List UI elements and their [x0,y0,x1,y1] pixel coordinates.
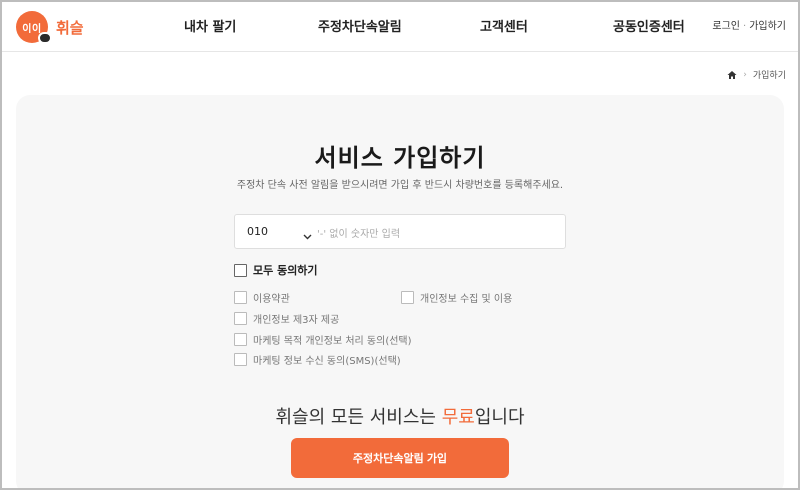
nav-cert-center[interactable]: 공동인증센터 [613,16,685,35]
chevron-right-icon: › [743,69,747,80]
phone-input-group: 010 '-' 없이 숫자만 입력 [234,214,566,249]
separator: · [743,21,747,32]
free-prefix: 휘슬의 모든 서비스는 [275,407,442,428]
chat-bubble-icon [38,32,52,44]
logo-mark: 이이 [16,11,52,44]
logo[interactable]: 이이 휘슬 [16,10,86,44]
user-links: 로그인 · 가입하기 [712,17,786,32]
term-label[interactable]: 이용약관 [253,290,290,305]
logo-mark-text: 이이 [22,23,42,35]
privacy-checkbox[interactable] [401,291,414,304]
term-row-terms[interactable]: 이용약관 [234,290,290,305]
term-label[interactable]: 개인정보 수집 및 이용 [420,290,512,305]
breadcrumb: › 가입하기 [727,68,786,81]
phone-prefix-select[interactable]: 010 [247,225,268,238]
term-label[interactable]: 마케팅 정보 수신 동의(SMS)(선택) [253,352,401,367]
sms-checkbox[interactable] [234,353,247,366]
login-link[interactable]: 로그인 [712,21,740,32]
nav-parking-alert[interactable]: 주정차단속알림 [318,16,402,35]
agree-all-checkbox[interactable] [234,263,247,277]
free-accent: 무료 [441,407,475,428]
signup-link[interactable]: 가입하기 [749,21,786,32]
term-row-privacy[interactable]: 개인정보 수집 및 이용 [401,290,512,305]
term-row-third-party[interactable]: 개인정보 제3자 제공 [234,311,339,326]
term-label[interactable]: 마케팅 목적 개인정보 처리 동의(선택) [253,332,412,347]
chevron-down-icon[interactable] [303,226,312,245]
free-suffix: 입니다 [474,407,525,428]
page-subtitle: 주정차 단속 사전 알림을 받으시려면 가입 후 반드시 차량번호를 등록해주세… [236,180,564,191]
breadcrumb-current: 가입하기 [752,71,786,81]
third-party-checkbox[interactable] [234,312,247,325]
agree-all-label[interactable]: 모두 동의하기 [253,262,318,278]
term-row-marketing[interactable]: 마케팅 목적 개인정보 처리 동의(선택) [234,332,412,347]
terms-checkbox[interactable] [234,291,247,304]
nav-customer-center[interactable]: 고객센터 [480,16,528,35]
agree-all-row[interactable]: 모두 동의하기 [234,262,318,278]
top-header: 이이 휘슬 내차 팔기 주정차단속알림 고객센터 공동인증센터 로그인 · 가입하기 [2,2,798,52]
term-row-sms[interactable]: 마케팅 정보 수신 동의(SMS)(선택) [234,352,401,367]
term-label[interactable]: 개인정보 제3자 제공 [253,311,339,326]
home-icon[interactable] [727,70,737,80]
page-title: 서비스 가입하기 [314,144,486,172]
signup-submit-button[interactable]: 주정차단속알림 가입 [291,438,509,478]
nav-sell-car[interactable]: 내차 팔기 [184,16,236,35]
phone-number-input[interactable]: '-' 없이 숫자만 입력 [317,225,400,240]
free-service-text: 휘슬의 모든 서비스는 무료입니다 [0,403,800,429]
marketing-checkbox[interactable] [234,333,247,346]
brand-name: 휘슬 [56,18,84,37]
